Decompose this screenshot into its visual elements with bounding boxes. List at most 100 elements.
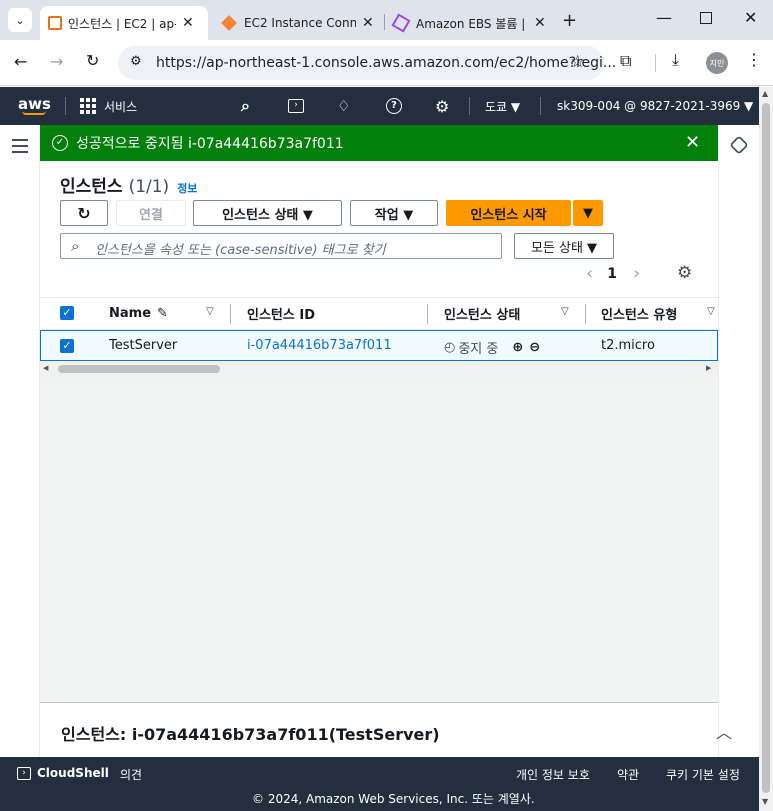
forward-arrow-icon[interactable]: → xyxy=(50,52,63,71)
pending-clock-icon: ◴ xyxy=(444,340,456,355)
cookie-preferences-link[interactable]: 쿠키 기본 설정 xyxy=(666,766,740,783)
info-link[interactable]: 정보 xyxy=(177,180,197,196)
ebs-favicon-icon xyxy=(391,13,411,33)
grid-icon xyxy=(80,98,96,114)
launch-instance-button[interactable]: 인스턴스 시작 xyxy=(446,200,571,226)
table-horizontal-scrollbar[interactable]: ◀ ▶ xyxy=(40,361,718,377)
scroll-right-arrow-icon[interactable]: ▶ xyxy=(706,364,711,372)
row-checkbox[interactable]: ✓ xyxy=(60,339,74,353)
chevron-right-icon[interactable]: › xyxy=(633,263,640,284)
services-menu[interactable]: 서비스 xyxy=(80,87,137,125)
bookmark-star-icon[interactable]: ☆ xyxy=(570,52,585,72)
close-icon[interactable]: ✕ xyxy=(362,15,374,31)
info-panel-icon[interactable] xyxy=(729,135,749,155)
success-check-icon: ✓ xyxy=(52,135,68,151)
preferences-gear-icon[interactable]: ⚙ xyxy=(677,263,692,283)
chevron-up-icon[interactable]: ︿ xyxy=(716,719,732,743)
scroll-up-arrow-icon[interactable]: ▲ xyxy=(762,89,768,98)
tools-panel-rail xyxy=(718,125,759,757)
cell-instance-id-link[interactable]: i-07a44416b73a7f011 xyxy=(247,338,392,353)
scrollbar-thumb[interactable] xyxy=(58,365,220,373)
launch-instance-dropdown[interactable]: ▼ xyxy=(573,200,603,226)
column-divider xyxy=(585,304,586,324)
nav-divider xyxy=(540,97,541,115)
tab-search-button[interactable]: ⌄ xyxy=(8,8,32,32)
scrollbar-thumb[interactable] xyxy=(762,103,770,793)
edit-pencil-icon: ✎ xyxy=(157,306,168,321)
hamburger-menu-icon[interactable] xyxy=(12,139,28,153)
sort-caret-icon[interactable]: ▽ xyxy=(707,306,715,317)
chevron-left-icon[interactable]: ‹ xyxy=(586,263,593,284)
ec2-favicon-icon xyxy=(48,16,62,30)
column-header-instance-id[interactable]: 인스턴스 ID xyxy=(247,297,315,330)
browser-tab-ebs[interactable]: Amazon EBS 볼륨 | ✕ xyxy=(390,6,554,40)
column-header-name[interactable]: Name ✎ xyxy=(109,297,168,330)
browser-menu-icon[interactable]: ⋮ xyxy=(746,50,762,69)
instances-header: 인스턴스 (1/1) 정보 xyxy=(60,172,197,197)
column-header-instance-state[interactable]: 인스턴스 상태 xyxy=(444,297,520,330)
minimize-icon[interactable]: — xyxy=(656,8,672,27)
back-arrow-icon[interactable]: ← xyxy=(14,52,27,71)
zoom-out-icon[interactable]: ⊖ xyxy=(529,340,540,355)
scroll-left-arrow-icon[interactable]: ◀ xyxy=(43,364,48,372)
region-selector[interactable]: 도쿄 ▼ xyxy=(485,87,520,125)
instance-state-dropdown[interactable]: 인스턴스 상태 ▼ xyxy=(193,200,342,226)
new-tab-button[interactable]: + xyxy=(562,10,577,31)
select-all-checkbox[interactable]: ✓ xyxy=(60,306,74,320)
cloudshell-icon[interactable]: › xyxy=(288,87,304,125)
browser-tab-ec2-connect[interactable]: EC2 Instance Conne ✕ xyxy=(216,6,380,40)
page-title: 인스턴스 xyxy=(60,177,123,197)
actions-dropdown[interactable]: 작업 ▼ xyxy=(350,200,438,226)
browser-tab-instances[interactable]: 인스턴스 | EC2 | ap-no ✕ xyxy=(40,6,208,40)
privacy-link[interactable]: 개인 정보 보호 xyxy=(516,766,590,783)
instance-details-panel: 인스턴스: i-07a44416b73a7f011(TestServer) ︿ xyxy=(40,702,732,757)
search-input[interactable]: ⌕ 인스턴스을 속성 또는 (case-sensitive) 태그로 찾기 xyxy=(60,233,502,259)
column-divider xyxy=(427,304,428,324)
notifications-bell-icon[interactable]: ♢ xyxy=(337,87,350,125)
cell-instance-state: ◴ 중지 중 ⊕ ⊖ xyxy=(444,340,541,357)
nav-divider xyxy=(65,97,66,115)
help-icon[interactable]: ? xyxy=(386,87,402,125)
instances-table-container: 인스턴스 (1/1) 정보 ↻ 연결 인스턴스 상태 ▼ 작업 ▼ 인스턴스 시… xyxy=(40,161,718,377)
nav-divider xyxy=(469,97,470,115)
account-menu[interactable]: sk309-004 @ 9827-2021-3969 ▼ xyxy=(557,87,753,125)
current-page[interactable]: 1 xyxy=(607,266,617,282)
extensions-icon[interactable]: ⧉ xyxy=(620,51,631,71)
pagination: ‹ 1 › xyxy=(586,263,640,284)
search-icon[interactable]: ⌕ xyxy=(241,87,250,125)
success-flash-bar: ✓ 성공적으로 중지됨 i-07a44416b73a7f011 ✕ xyxy=(40,125,718,161)
column-divider xyxy=(230,304,231,324)
column-header-instance-type[interactable]: 인스턴스 유형 xyxy=(601,297,677,330)
terms-link[interactable]: 약관 xyxy=(617,766,639,783)
cloudshell-link[interactable]: › CloudShell xyxy=(17,766,109,780)
sort-caret-icon[interactable]: ▽ xyxy=(561,306,569,317)
settings-gear-icon[interactable]: ⚙ xyxy=(435,87,449,125)
sort-caret-icon[interactable]: ▽ xyxy=(206,306,214,317)
connect-button[interactable]: 연결 xyxy=(116,200,186,226)
close-icon[interactable]: ✕ xyxy=(534,15,546,31)
cell-instance-type: t2.micro xyxy=(601,338,655,353)
maximize-icon[interactable] xyxy=(700,12,712,24)
avatar-initials: 지민 xyxy=(709,58,725,68)
close-window-icon[interactable]: ✕ xyxy=(744,8,757,27)
instance-count: (1/1) xyxy=(128,177,170,197)
cell-name: TestServer xyxy=(109,338,178,353)
scroll-down-arrow-icon[interactable]: ▼ xyxy=(762,797,768,806)
content-area xyxy=(40,377,718,702)
close-icon[interactable]: ✕ xyxy=(685,132,700,153)
refresh-button[interactable]: ↻ xyxy=(60,200,108,226)
reload-icon[interactable]: ↻ xyxy=(86,51,99,70)
site-settings-icon[interactable]: ⚙ xyxy=(130,54,142,69)
aws-logo[interactable]: aws xyxy=(18,87,51,125)
state-filter-select[interactable]: 모든 상태 ▼ xyxy=(514,233,614,259)
browser-tab-bar: ⌄ 인스턴스 | EC2 | ap-no ✕ EC2 Instance Conn… xyxy=(0,0,773,40)
feedback-link[interactable]: 의견 xyxy=(120,766,142,783)
download-icon[interactable]: ⤓ xyxy=(672,50,679,70)
url-text: https://ap-northeast-1.console.aws.amazo… xyxy=(156,55,617,71)
close-icon[interactable]: ✕ xyxy=(182,15,194,31)
tab-title: 인스턴스 | EC2 | ap-no xyxy=(68,16,176,31)
url-field[interactable]: ⚙ https://ap-northeast-1.console.aws.ama… xyxy=(118,46,616,80)
avatar[interactable]: 지민 xyxy=(706,52,728,74)
zoom-in-icon[interactable]: ⊕ xyxy=(512,340,523,355)
aws-footer: › CloudShell 의견 개인 정보 보호 약관 쿠키 기본 설정 © 2… xyxy=(0,757,759,811)
